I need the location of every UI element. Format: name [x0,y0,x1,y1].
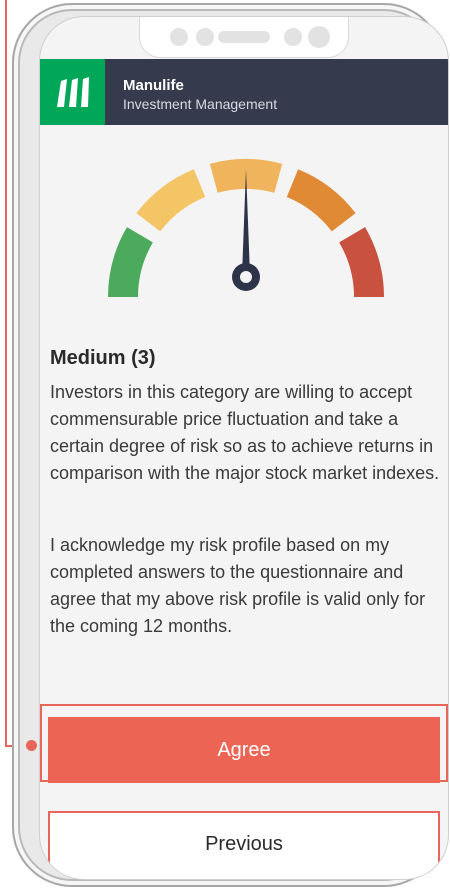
agree-button[interactable]: Agree [48,717,440,783]
gauge-segment-1 [108,227,153,297]
gauge-segment-2 [136,169,206,232]
phone-screen: Manulife Investment Management Medium (3… [40,17,448,879]
manulife-logo-icon [57,77,89,107]
brand-subtitle: Investment Management [123,96,278,112]
annotation-line [5,0,7,747]
previous-button-label: Previous [205,833,283,855]
stage: Manulife Investment Management Medium (3… [0,0,450,890]
speaker-grille [218,31,270,43]
gauge-needle-hub-center [240,271,252,283]
previous-button[interactable]: Previous [48,811,440,879]
phone-notch [140,17,348,57]
annotation-dot [26,740,37,751]
risk-description: Investors in this category are willing t… [50,382,440,483]
app-header: Manulife Investment Management [40,59,448,125]
gauge-segment-4 [286,169,356,232]
sensor-dot [196,28,214,46]
camera-dot [170,28,188,46]
sensor-dot [284,28,302,46]
acknowledgement-text: I acknowledge my risk profile based on m… [50,535,426,636]
agree-button-label: Agree [217,738,271,761]
gauge-segment-5 [339,227,384,297]
front-camera [308,26,330,48]
manulife-logo [40,59,105,125]
risk-gauge [108,159,384,297]
phone-frame: Manulife Investment Management Medium (3… [12,3,448,887]
brand-name: Manulife [123,77,184,94]
risk-level-title: Medium (3) [50,347,156,369]
